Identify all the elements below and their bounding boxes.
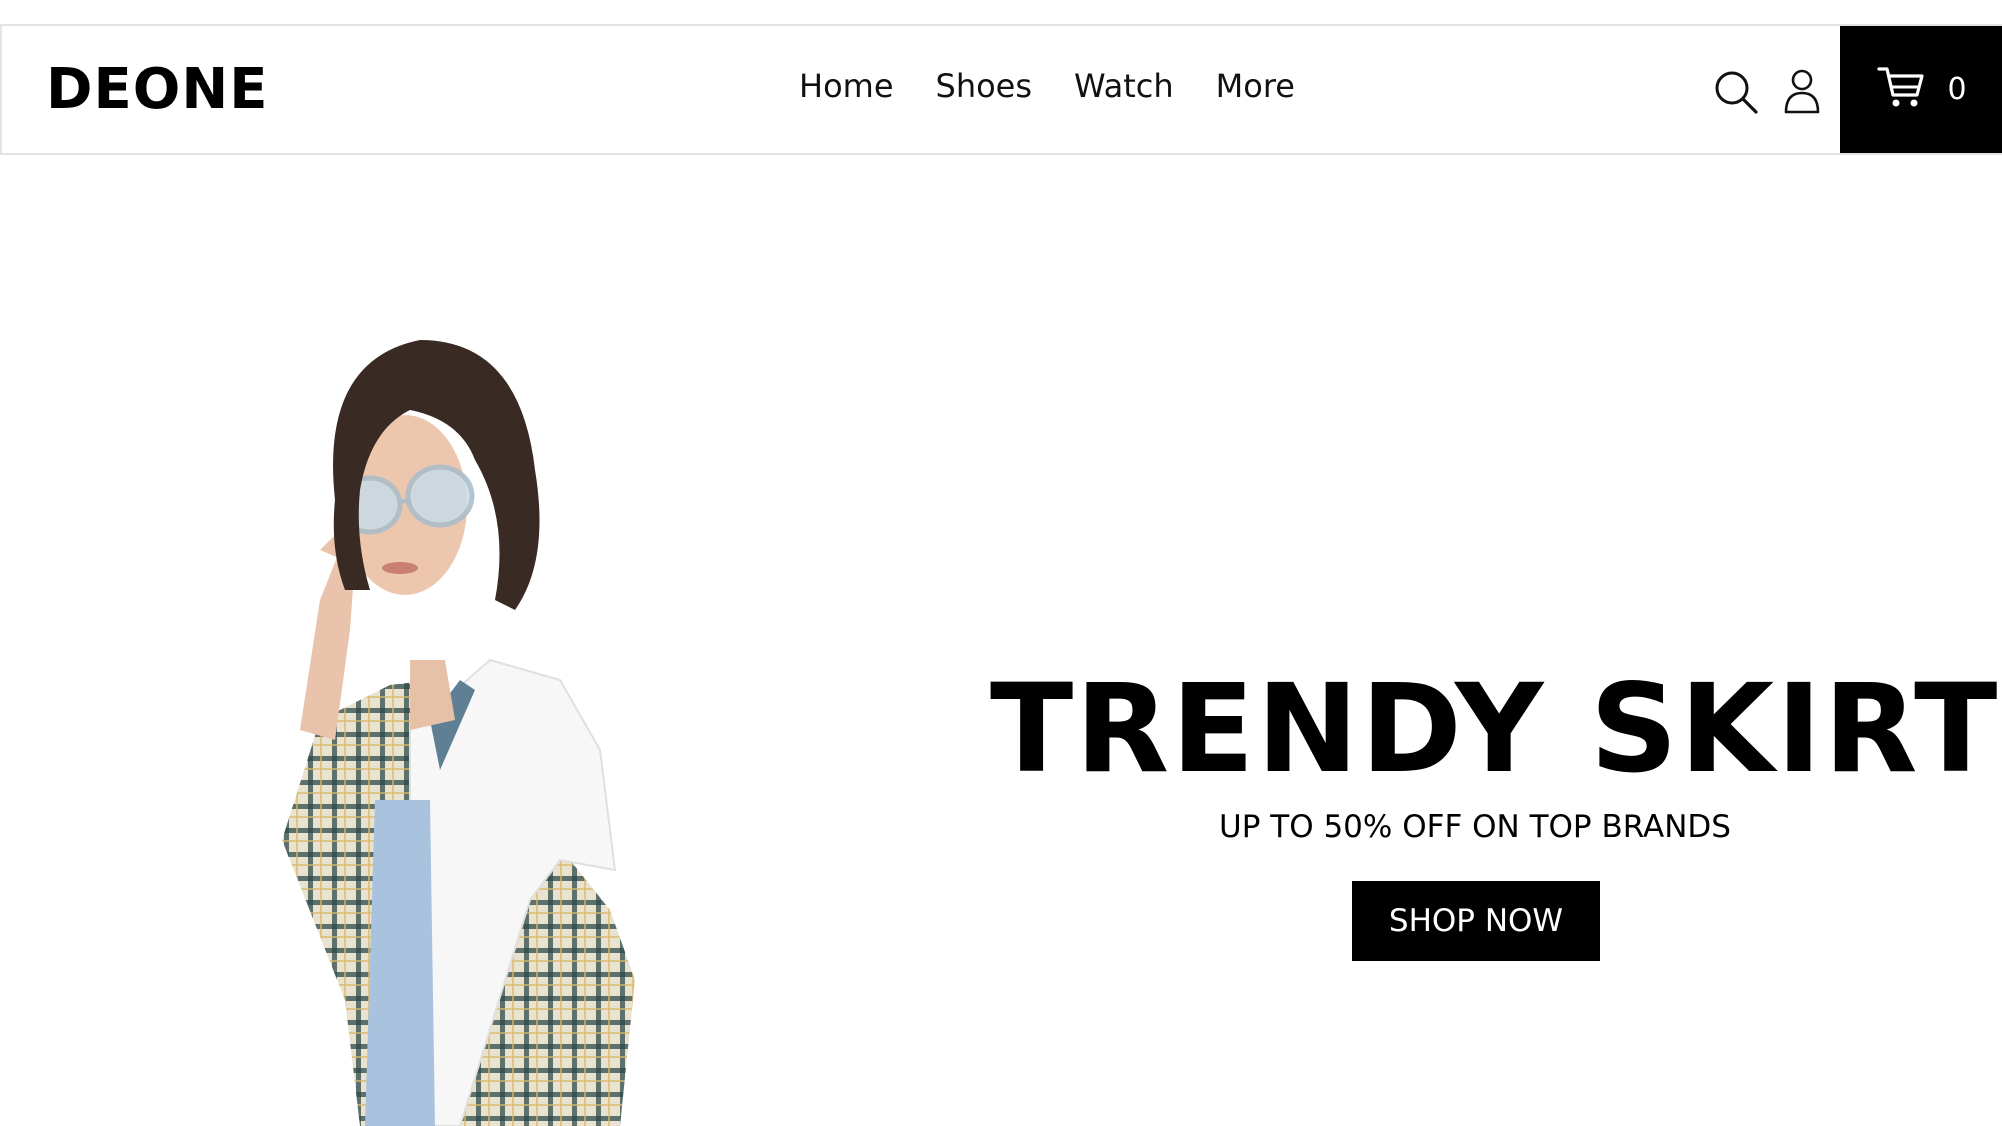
user-icon[interactable] [1776,66,1828,118]
main-nav: Home Shoes Watch More [799,70,1295,102]
hero-subtitle: UP TO 50% OFF ON TOP BRANDS [1219,809,1731,845]
nav-link-watch[interactable]: Watch [1074,70,1174,102]
hero-model-image [260,300,820,1126]
search-icon[interactable] [1710,66,1762,118]
cart-button[interactable]: 0 [1840,26,2002,153]
nav-link-shoes[interactable]: Shoes [936,70,1033,102]
shop-now-button[interactable]: SHOP NOW [1352,881,1600,961]
cart-count: 0 [1947,72,1967,107]
hero-title: TRENDY SKIRTS [990,658,2002,800]
site-header: DEONE Home Shoes Watch More 0 [0,24,2002,155]
nav-link-home[interactable]: Home [799,70,894,102]
brand-logo[interactable]: DEONE [46,62,268,118]
cart-icon [1877,65,1925,114]
nav-link-more[interactable]: More [1216,70,1295,102]
